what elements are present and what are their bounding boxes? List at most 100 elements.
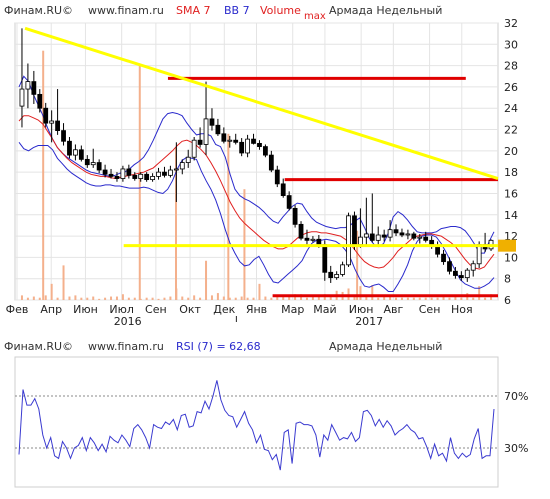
rsi-tick-label: 70% (504, 390, 528, 403)
last-price-marker (498, 239, 516, 252)
year-label: 2017 (355, 315, 383, 328)
volume-bar (110, 296, 113, 300)
candle-body (363, 233, 369, 238)
volume-bar (246, 297, 249, 300)
x-tick-label: Апр (40, 303, 62, 316)
x-tick-label: Май (313, 303, 336, 316)
y-tick-label: 28 (504, 60, 518, 73)
candle-body (470, 263, 476, 271)
candle-body (19, 88, 25, 107)
candle-body (417, 236, 423, 239)
candle-body (387, 229, 393, 238)
volume-bar (80, 297, 83, 300)
y-tick-label: 10 (504, 251, 518, 264)
candle-body (102, 169, 108, 175)
candle-body (274, 169, 280, 185)
candle-body (292, 207, 298, 225)
candle-body (114, 176, 120, 179)
volume-bar (44, 295, 47, 300)
volume-bar (98, 298, 101, 300)
candle-body (286, 195, 292, 209)
candle-body (126, 168, 132, 176)
volume-bar (32, 296, 35, 300)
volume-bar (115, 296, 118, 300)
rsi-chart: 70% 30% (14, 356, 528, 488)
volume-bar (240, 296, 243, 300)
volume-bar (222, 296, 225, 300)
x-tick-label: Июн (73, 303, 98, 316)
volume-bar (133, 297, 136, 300)
volume-bar (400, 297, 403, 300)
candle-body (144, 173, 150, 181)
year-label: 2016 (114, 315, 142, 328)
candle-body (263, 146, 268, 156)
volume-bar (424, 297, 427, 300)
candle-body (25, 81, 31, 90)
volume-bar (448, 297, 451, 300)
volume-bar (199, 297, 202, 300)
volume-bar (430, 297, 433, 300)
volume-bar (92, 296, 95, 300)
candle-body (84, 158, 90, 166)
volume-bar (436, 297, 439, 300)
volume-bar (193, 295, 196, 300)
volume-bar (163, 297, 166, 300)
volume-bar (181, 296, 184, 300)
y-tick-label: 22 (504, 124, 518, 137)
volume-bar (359, 286, 362, 300)
candle-body (257, 142, 262, 147)
volume-bar (145, 297, 148, 300)
candle-body (458, 275, 464, 279)
candle-body (346, 215, 351, 266)
volume-bar (38, 297, 41, 300)
candle-body (108, 173, 114, 177)
candle-body (381, 234, 387, 238)
volume-bar (121, 294, 124, 300)
candle-body (227, 139, 233, 142)
volume-bar (258, 283, 261, 300)
candle-body (185, 156, 191, 163)
candle-body (393, 229, 399, 234)
y-tick-label: 26 (504, 81, 518, 94)
candle-body (399, 232, 405, 236)
volume-bar (205, 260, 208, 300)
candle-body (328, 271, 334, 279)
candle-body (221, 133, 227, 142)
candle-body (96, 162, 102, 171)
volume-bar (20, 295, 23, 300)
volume-bar (187, 297, 190, 300)
volume-bar (50, 283, 53, 300)
x-tick-label: Окт (179, 303, 201, 316)
volume-bar-tall (138, 64, 141, 300)
candle-body (191, 139, 197, 158)
y-tick-label: 30 (504, 38, 518, 51)
candle-body (447, 261, 452, 272)
candle-body (209, 118, 215, 126)
price-chart: 32302826242220181614121086Фев Апр Июн Июл Се… (6, 17, 518, 328)
volume-bar (216, 293, 219, 300)
y-tick-label: 14 (504, 209, 518, 222)
volume-bar (56, 297, 59, 300)
candle-body (411, 233, 417, 239)
volume-bar (86, 297, 89, 300)
candle-body (73, 149, 78, 156)
rsi-plot-area (14, 356, 499, 488)
volume-bar (169, 296, 172, 300)
volume-bar (104, 297, 107, 300)
x-tick-label: Фев (6, 303, 29, 316)
candle-body (423, 236, 429, 241)
candle-body (215, 124, 221, 135)
candle-body (310, 238, 316, 241)
volume-bar (151, 297, 154, 300)
volume-bar (264, 296, 267, 300)
candle-body (203, 118, 209, 145)
candle-body (55, 120, 60, 132)
volume-bar (418, 297, 421, 300)
candle-body (358, 236, 363, 245)
candle-body (334, 274, 340, 279)
candle-body (369, 233, 375, 241)
volume-bar (26, 297, 29, 300)
candle-body (375, 234, 381, 241)
volume-bar (484, 297, 487, 300)
candle-body (316, 238, 322, 245)
